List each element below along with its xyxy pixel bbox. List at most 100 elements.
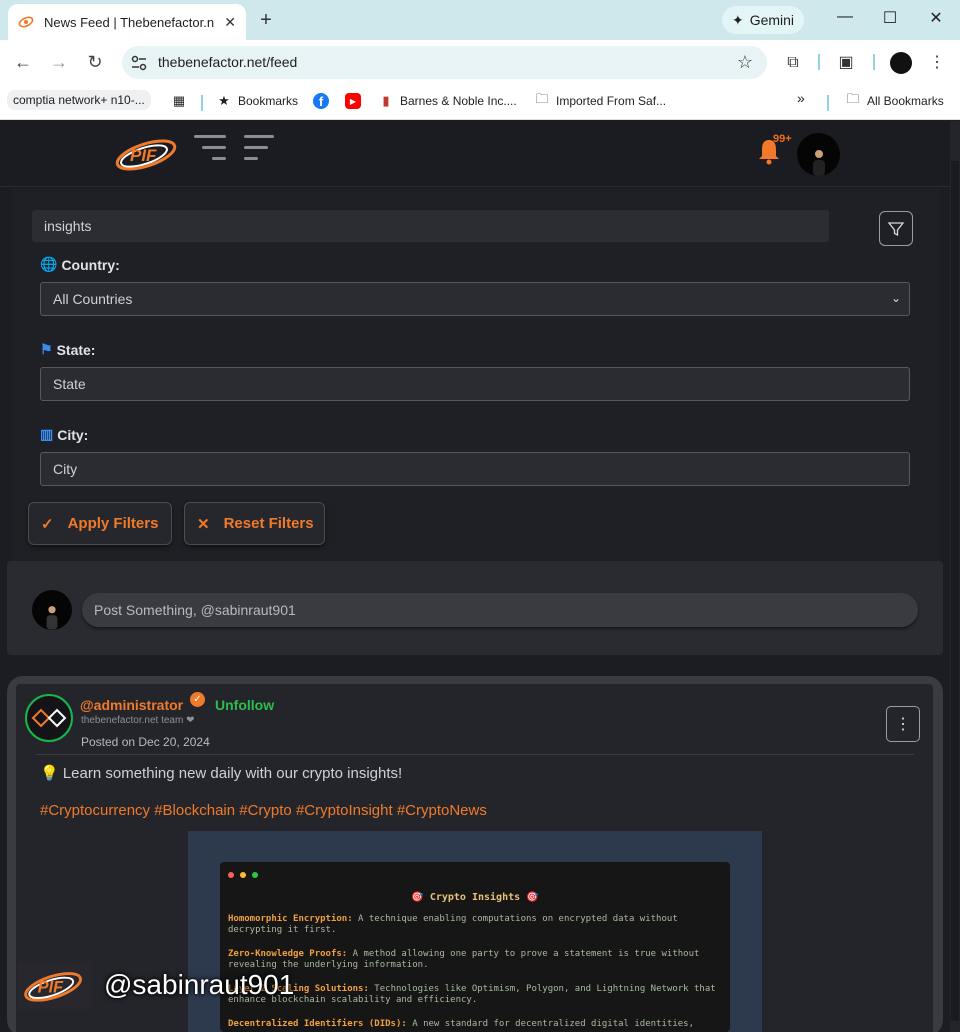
pif-logo[interactable]: PIF <box>114 131 182 175</box>
terminal-line: Decentralized Identifiers (DIDs): A new … <box>228 1019 718 1030</box>
state-label-text: State: <box>56 341 96 358</box>
post-divider <box>36 754 914 755</box>
chevron-down-icon: ⌄ <box>890 291 901 305</box>
sidebar-toggle-icon[interactable] <box>244 135 278 163</box>
watermark: PIF @sabinraut901 <box>18 961 294 1009</box>
bookmark-star-icon[interactable]: ☆ <box>737 52 753 73</box>
reset-filters-label: Reset Filters <box>223 515 314 532</box>
composer-avatar[interactable] <box>32 590 72 630</box>
post-options-button[interactable]: ⋮ <box>886 706 920 742</box>
country-label-text: Country: <box>61 256 120 273</box>
bookmark-imported-safari[interactable]: 🗀 Imported From Saf... <box>534 91 667 109</box>
bookmark-comptia[interactable]: comptia network+ n10-... <box>7 90 151 110</box>
globe-icon: 🌐 <box>40 256 58 272</box>
maximize-icon[interactable]: ☐ <box>878 8 902 28</box>
gemini-label: Gemini <box>749 12 795 28</box>
person-silhouette-icon <box>46 606 58 630</box>
watermark-handle: @sabinraut901 <box>104 969 295 1000</box>
term-name: Homomorphic Encryption: <box>228 914 353 924</box>
x-icon: ✕ <box>197 515 210 533</box>
media-cast-icon[interactable]: ▣ <box>835 52 857 74</box>
country-select-value: All Countries <box>53 291 133 307</box>
city-label-text: City: <box>57 426 89 443</box>
filter-toggle-button[interactable] <box>879 211 913 246</box>
extensions-icon[interactable]: ⧉ <box>782 52 804 74</box>
watermark-logo-text: PIF <box>38 979 64 997</box>
window-close-icon[interactable]: ✕ <box>924 8 948 28</box>
unfollow-button[interactable]: Unfollow <box>215 697 274 713</box>
reload-icon[interactable]: ↻ <box>83 50 107 74</box>
city-buildings-icon: ▥ <box>40 426 54 442</box>
city-input[interactable]: City <box>40 452 910 486</box>
user-avatar[interactable] <box>797 133 840 176</box>
apply-filters-button[interactable]: ✓ Apply Filters <box>28 502 172 545</box>
bookmark-bookmarks[interactable]: ★ Bookmarks <box>216 93 298 109</box>
post-input[interactable]: Post Something, @sabinraut901 <box>82 593 918 627</box>
post-image-terminal: 🎯 Crypto Insights 🎯 Homomorphic Encrypti… <box>220 862 730 1032</box>
apps-grid-icon[interactable]: ▦ <box>171 93 187 109</box>
tab-close-icon[interactable]: ✕ <box>224 14 236 31</box>
verified-badge-icon: ✓ <box>190 692 205 707</box>
post-hashtags[interactable]: #Cryptocurrency #Blockchain #Crypto #Cry… <box>40 802 487 819</box>
country-select[interactable]: All Countries ⌄ <box>40 282 910 316</box>
kebab-menu-icon[interactable]: ⋮ <box>926 52 948 74</box>
folder-icon: 🗀 <box>535 91 549 106</box>
flag-icon: ⚑ <box>40 341 53 357</box>
window-dot <box>228 872 234 878</box>
bookmark-barnes-noble[interactable]: ▮ Barnes & Noble Inc.... <box>378 93 517 109</box>
browser-toolbar: ← → ↻ thebenefactor.net/feed ☆ ⧉ ▣ ⋮ <box>0 40 960 84</box>
url-text: thebenefactor.net/feed <box>158 54 298 70</box>
forward-arrow-icon[interactable]: → <box>47 50 71 74</box>
terminal-title: 🎯 Crypto Insights 🎯 <box>411 892 539 903</box>
bookmark-separator <box>201 95 203 111</box>
window-dot <box>252 872 258 878</box>
city-label: ▥ City: <box>40 426 88 443</box>
menu-toggle-icon[interactable] <box>194 135 228 163</box>
post-date: Posted on Dec 20, 2024 <box>81 735 210 749</box>
site-settings-icon[interactable] <box>130 54 148 72</box>
bookmark-label: comptia network+ n10-... <box>13 93 145 107</box>
state-label: ⚑ State: <box>40 341 95 358</box>
watermark-logo: PIF <box>18 961 92 1009</box>
site-header: PIF 99+ <box>0 121 950 187</box>
star-icon: ★ <box>218 93 230 108</box>
search-input[interactable]: insights <box>32 210 829 242</box>
bookmark-label: Imported From Saf... <box>556 94 667 108</box>
facebook-icon[interactable]: f <box>313 93 329 109</box>
logo-text: PIF <box>130 146 157 165</box>
toolbar-separator <box>818 54 820 70</box>
new-tab-button[interactable]: + <box>256 8 276 32</box>
bookmarks-overflow-icon[interactable]: » <box>797 90 805 106</box>
term-text: A new standard for decentralized digital… <box>406 1019 694 1029</box>
author-avatar[interactable] <box>25 694 73 742</box>
bookmark-label: Barnes & Noble Inc.... <box>400 94 517 108</box>
bookmark-all-bookmarks[interactable]: 🗀 All Bookmarks <box>845 91 943 109</box>
youtube-icon[interactable]: ▶ <box>345 93 361 109</box>
scrollbar-thumb[interactable] <box>951 161 959 1021</box>
bookmark-separator <box>827 95 829 111</box>
terminal-line: Homomorphic Encryption: A technique enab… <box>228 914 718 936</box>
browser-tab-bar: News Feed | Thebenefactor.net ✕ + ✦ Gemi… <box>0 0 960 40</box>
page-viewport: PIF 99+ insights 🌐 Country: All Countrie… <box>0 121 960 1032</box>
folder-icon: 🗀 <box>846 91 860 106</box>
country-label: 🌐 Country: <box>40 256 120 273</box>
bar-chart-icon: ▮ <box>382 93 390 108</box>
post-text: 💡 Learn something new daily with our cry… <box>40 765 403 782</box>
state-input[interactable]: State <box>40 367 910 401</box>
profile-avatar[interactable] <box>890 52 912 74</box>
browser-tab[interactable]: News Feed | Thebenefactor.net ✕ <box>8 4 246 40</box>
reset-filters-button[interactable]: ✕ Reset Filters <box>184 502 325 545</box>
tab-title: News Feed | Thebenefactor.net <box>44 14 214 30</box>
term-name: Zero-Knowledge Proofs: <box>228 949 348 959</box>
gemini-button[interactable]: ✦ Gemini <box>722 6 804 34</box>
author-team: thebenefactor.net team ❤ <box>81 715 195 726</box>
address-bar[interactable]: thebenefactor.net/feed ☆ <box>122 46 767 79</box>
toolbar-separator <box>873 54 875 70</box>
bookmark-label: Bookmarks <box>238 94 299 108</box>
person-silhouette-icon <box>812 150 825 176</box>
funnel-icon <box>887 221 905 236</box>
back-arrow-icon[interactable]: ← <box>11 50 35 74</box>
notification-count-badge: 99+ <box>773 133 792 145</box>
minimize-icon[interactable]: — <box>833 8 857 26</box>
author-username[interactable]: @administrator <box>80 697 183 713</box>
